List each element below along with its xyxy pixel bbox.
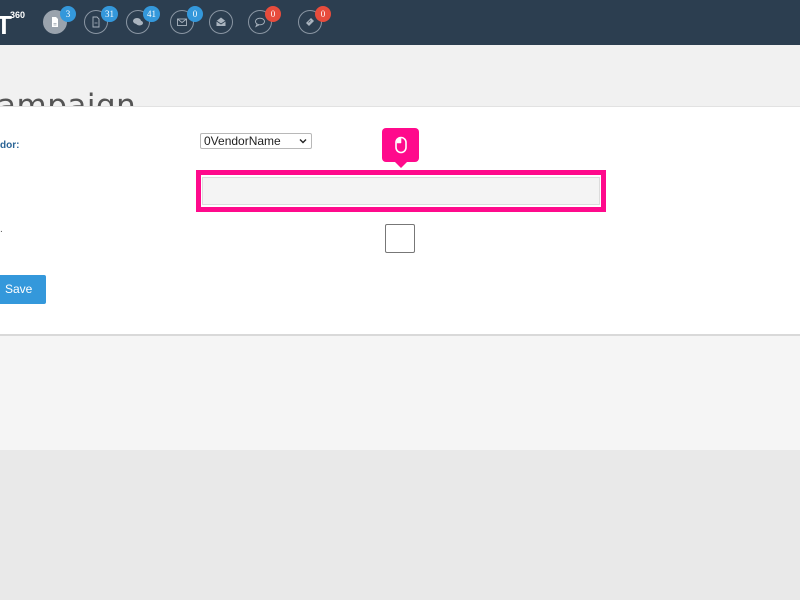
ticket-icon — [306, 18, 314, 26]
nav-chat-button[interactable]: 41 — [126, 6, 160, 34]
envelope-icon — [177, 18, 187, 26]
nav-comments-button[interactable]: 0 — [248, 6, 281, 34]
chat-bubbles-icon — [133, 18, 143, 26]
notification-badge: 0 — [187, 6, 203, 22]
page-header: ampaign — [0, 45, 800, 124]
vendor-select-value: 0VendorName — [204, 134, 281, 148]
notification-badge: 31 — [101, 6, 118, 22]
mouse-icon — [394, 136, 407, 154]
notification-badge: 3 — [60, 6, 76, 22]
lower-area — [0, 336, 800, 450]
nav-documents-button[interactable]: 3 — [43, 6, 76, 34]
save-button-label: Save — [5, 282, 33, 296]
save-button[interactable]: Save — [0, 275, 46, 304]
vendor-select[interactable]: 0VendorName — [200, 133, 312, 149]
open-envelope-icon — [216, 17, 226, 26]
invoice-icon — [92, 16, 100, 28]
comment-icon — [255, 17, 265, 28]
text-field[interactable] — [202, 177, 600, 205]
vendor-label: dor: — [0, 140, 20, 151]
top-nav-bar: T 360 3 31 41 0 0 0 — [0, 0, 800, 45]
nav-tickets-button[interactable]: 0 — [298, 6, 331, 34]
notification-badge: 0 — [265, 6, 281, 22]
checkbox-label: . — [0, 224, 3, 235]
brand-logo[interactable]: T 360 — [0, 6, 40, 40]
nav-mail-button[interactable]: 0 — [170, 6, 203, 34]
notification-badge: 41 — [143, 6, 160, 22]
nav-open-mail-button[interactable] — [209, 10, 233, 34]
nav-invoices-button[interactable]: 31 — [84, 6, 118, 34]
notification-badge: 0 — [315, 6, 331, 22]
click-hint-tooltip — [382, 128, 419, 168]
logo-number: 360 — [10, 10, 26, 20]
document-icon — [52, 17, 58, 27]
option-checkbox[interactable] — [385, 224, 415, 253]
chevron-down-icon — [299, 139, 307, 144]
